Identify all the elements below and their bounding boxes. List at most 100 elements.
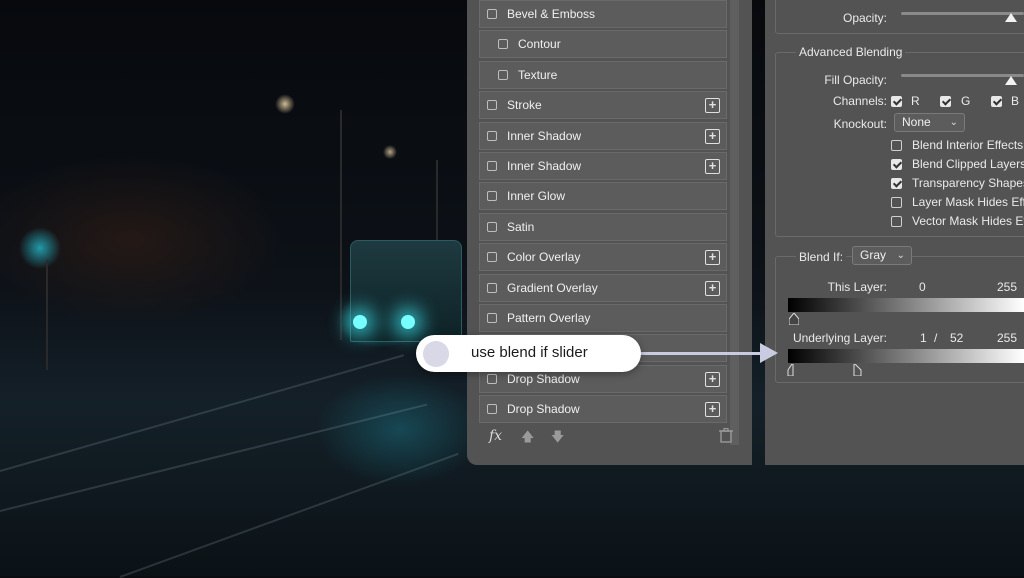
style-checkbox[interactable] bbox=[487, 130, 497, 141]
add-effect-plus-icon[interactable]: + bbox=[705, 371, 720, 387]
style-label: Bevel & Emboss bbox=[507, 7, 596, 21]
blend-option-label: Blend Interior Effects bbox=[912, 138, 1024, 152]
style-row[interactable]: Satin bbox=[479, 212, 727, 241]
tram bbox=[350, 240, 462, 342]
this-layer-gradient bbox=[788, 298, 1024, 312]
blend-option-checkbox[interactable] bbox=[891, 197, 902, 208]
style-checkbox[interactable] bbox=[487, 404, 497, 415]
opacity-label: Opacity: bbox=[842, 11, 887, 25]
add-effect-plus-icon[interactable]: + bbox=[705, 280, 720, 296]
style-checkbox[interactable] bbox=[487, 312, 497, 323]
trash-icon[interactable] bbox=[719, 427, 733, 446]
tram-headlight bbox=[353, 315, 367, 329]
style-label: Texture bbox=[518, 67, 558, 82]
styles-scrollbar[interactable] bbox=[730, 0, 739, 445]
this-layer-min: 0 bbox=[919, 280, 926, 294]
style-label: Color Overlay bbox=[507, 250, 581, 265]
style-checkbox[interactable] bbox=[498, 39, 508, 50]
channels-label: Channels: bbox=[832, 94, 887, 108]
blend-option-checkbox[interactable] bbox=[891, 159, 902, 170]
chevron-down-icon: ⌄ bbox=[896, 250, 905, 261]
this-layer-max: 255 bbox=[997, 280, 1018, 294]
callout-arrow-line bbox=[641, 352, 763, 355]
style-label: Gradient Overlay bbox=[507, 280, 598, 295]
style-row[interactable]: Pattern Overlay bbox=[479, 303, 727, 332]
layer-style-list-panel: Bevel & Emboss Contour Texture Stroke + Inner… bbox=[467, 0, 752, 465]
style-label: Inner Shadow bbox=[507, 128, 582, 143]
underlying-layer-separator: / bbox=[934, 331, 938, 345]
style-checkbox[interactable] bbox=[487, 100, 497, 111]
style-checkbox[interactable] bbox=[487, 252, 497, 263]
style-label: Satin bbox=[507, 219, 535, 234]
style-row[interactable]: Stroke + bbox=[479, 91, 727, 120]
blending-options-panel: Opacity: Advanced Blending Fill Opacity:… bbox=[765, 0, 1024, 465]
underlying-layer-max: 255 bbox=[997, 331, 1018, 345]
knockout-label: Knockout: bbox=[833, 117, 887, 131]
callout-dot-icon bbox=[423, 341, 449, 367]
blend-option-label: Transparency Shapes bbox=[912, 176, 1024, 190]
channel-r-checkbox[interactable] bbox=[891, 96, 902, 107]
blend-if-select[interactable]: Gray ⌄ bbox=[852, 246, 912, 265]
add-effect-plus-icon[interactable]: + bbox=[705, 98, 720, 114]
street-pole bbox=[340, 110, 342, 340]
tram-rail bbox=[0, 354, 405, 472]
opacity-slider-thumb[interactable] bbox=[1005, 13, 1017, 22]
channel-b-checkbox[interactable] bbox=[991, 96, 1002, 107]
fx-icon[interactable]: fx bbox=[489, 428, 502, 444]
style-checkbox[interactable] bbox=[487, 9, 497, 19]
add-effect-plus-icon[interactable]: + bbox=[705, 128, 720, 144]
styles-footer: fx 🡅 🡇 bbox=[479, 422, 741, 452]
callout-text: use blend if slider bbox=[471, 344, 588, 361]
blend-if-group bbox=[775, 256, 1024, 383]
style-row[interactable]: Inner Glow bbox=[479, 182, 727, 211]
channel-r-label: R bbox=[911, 94, 920, 108]
add-effect-plus-icon[interactable]: + bbox=[705, 250, 720, 266]
fill-opacity-slider-thumb[interactable] bbox=[1005, 76, 1017, 85]
tram-headlight bbox=[401, 315, 415, 329]
channel-g-checkbox[interactable] bbox=[940, 96, 951, 107]
blend-option-label: Vector Mask Hides Effects bbox=[912, 214, 1024, 228]
knockout-select[interactable]: None ⌄ bbox=[894, 113, 965, 132]
underlying-layer-value-a: 1 bbox=[920, 331, 927, 345]
style-row[interactable]: Color Overlay + bbox=[479, 243, 727, 272]
style-row[interactable]: Inner Shadow + bbox=[479, 121, 727, 150]
style-checkbox[interactable] bbox=[498, 69, 508, 80]
blend-option-checkbox[interactable] bbox=[891, 140, 902, 151]
add-effect-plus-icon[interactable]: + bbox=[705, 158, 720, 174]
style-row[interactable]: Bevel & Emboss bbox=[479, 0, 727, 28]
channel-b-label: B bbox=[1011, 94, 1020, 108]
underlying-split-handle-right[interactable] bbox=[853, 364, 863, 376]
style-label: Contour bbox=[518, 37, 561, 52]
style-checkbox[interactable] bbox=[487, 282, 497, 293]
style-row[interactable]: Drop Shadow + bbox=[479, 395, 727, 424]
move-down-icon[interactable]: 🡇 bbox=[551, 428, 564, 450]
style-checkbox[interactable] bbox=[487, 373, 497, 384]
tram-rail bbox=[0, 403, 428, 512]
style-checkbox[interactable] bbox=[487, 221, 497, 232]
underlying-split-handle-left[interactable] bbox=[787, 364, 797, 376]
style-row[interactable]: Texture bbox=[479, 60, 727, 89]
style-row[interactable]: Contour bbox=[479, 30, 727, 59]
underlying-layer-value-b: 52 bbox=[950, 331, 964, 345]
underlying-layer-gradient bbox=[788, 349, 1024, 363]
underlying-layer-label: Underlying Layer: bbox=[792, 331, 887, 345]
this-layer-black-handle[interactable] bbox=[789, 313, 799, 325]
blend-option-label: Layer Mask Hides Effects bbox=[912, 195, 1024, 209]
advanced-blending-title: Advanced Blending bbox=[796, 45, 906, 59]
style-checkbox[interactable] bbox=[487, 191, 497, 202]
blend-if-value: Gray bbox=[860, 248, 887, 262]
fill-opacity-label: Fill Opacity: bbox=[824, 73, 887, 87]
style-label: Stroke bbox=[507, 98, 542, 113]
traffic-pole bbox=[46, 260, 48, 370]
blend-option-checkbox[interactable] bbox=[891, 216, 902, 227]
callout-bubble: use blend if slider bbox=[416, 335, 641, 372]
blend-option-checkbox[interactable] bbox=[891, 178, 902, 189]
style-row[interactable]: Inner Shadow + bbox=[479, 151, 727, 180]
this-layer-label: This Layer: bbox=[827, 280, 887, 294]
style-row[interactable]: Gradient Overlay + bbox=[479, 273, 727, 302]
channel-g-label: G bbox=[961, 94, 971, 108]
style-checkbox[interactable] bbox=[487, 160, 497, 171]
add-effect-plus-icon[interactable]: + bbox=[705, 402, 720, 418]
blend-option-label: Blend Clipped Layers bbox=[912, 157, 1024, 171]
move-up-icon[interactable]: 🡅 bbox=[521, 428, 534, 450]
